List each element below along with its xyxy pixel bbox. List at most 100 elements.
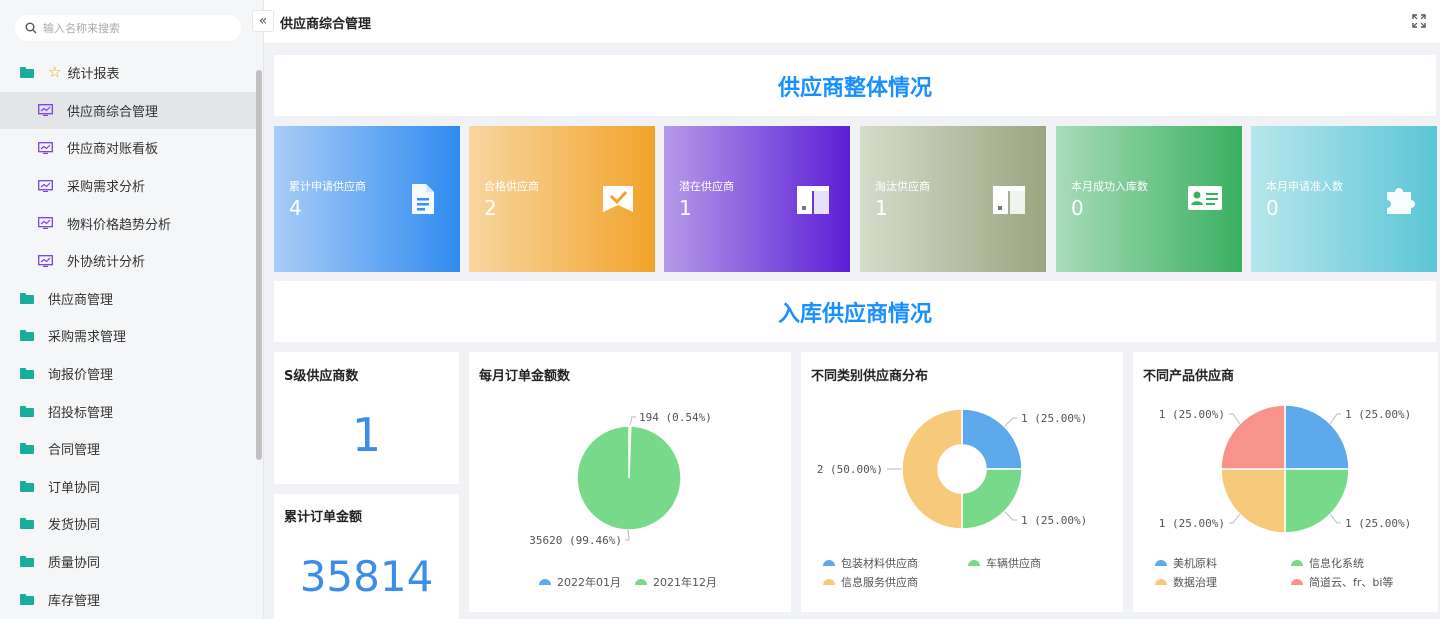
category-chart-panel: 不同类别供应商分布 1 (25.00%) 1 (25.00%) 2 (50.00%)… (801, 352, 1123, 612)
sidebar-item[interactable]: 库存管理 (0, 580, 256, 618)
sidebar-item-label: 采购需求分析 (67, 180, 146, 196)
monitor-chart-icon (38, 179, 53, 192)
legend-label: 数据治理 (1173, 576, 1217, 589)
legend-label: 简道云、fr、bi等 (1309, 576, 1394, 589)
legend-swatch (1291, 579, 1303, 585)
sidebar-item-label: 统计报表 (67, 67, 120, 83)
s-level-title: S级供应商数 (284, 369, 359, 384)
pie-slice[interactable] (576, 425, 682, 531)
folder-icon (20, 368, 34, 380)
sidebar: ☆ 统计报表供应商综合管理供应商对账看板采购需求分析物料价格趋势分析外协统计分析供… (0, 0, 264, 619)
header: « 供应商综合管理 (252, 0, 1440, 44)
monitor-chart-icon (38, 217, 53, 230)
legend-item[interactable]: 信息服务供应商 (823, 574, 918, 590)
folder-icon (20, 292, 34, 304)
kpi-card[interactable]: 潜在供应商 1 (664, 126, 850, 272)
data-label: 1 (25.00%) (1021, 412, 1087, 425)
kpi-label: 合格供应商 (484, 180, 539, 193)
legend-swatch (539, 579, 551, 585)
legend-label: 信息服务供应商 (841, 576, 918, 589)
label-line (1329, 513, 1341, 524)
sidebar-item[interactable]: 供应商综合管理 (0, 91, 256, 130)
sidebar-item[interactable]: 供应商对账看板 (0, 129, 256, 167)
sidebar-item[interactable]: 物料价格趋势分析 (0, 204, 256, 242)
sidebar-item-label: 外协统计分析 (67, 255, 146, 271)
kpi-label: 淘汰供应商 (875, 180, 930, 193)
sidebar-item-label: 物料价格趋势分析 (67, 217, 172, 233)
pie-slice[interactable] (901, 408, 963, 530)
page-title: 供应商综合管理 (280, 17, 372, 32)
sidebar-item[interactable]: 发货协同 (0, 505, 256, 543)
badge-check-icon (603, 186, 633, 212)
kpi-label: 本月申请准入数 (1266, 180, 1343, 193)
kpi-card[interactable]: 合格供应商 2 (469, 126, 655, 272)
legend-item[interactable]: 2021年12月 (635, 574, 717, 590)
legend-label: 2022年01月 (557, 576, 621, 589)
data-label: 1 (25.00%) (1345, 517, 1411, 530)
search-box[interactable] (15, 15, 241, 41)
legend-swatch (823, 560, 835, 566)
legend-item[interactable]: 2022年01月 (539, 574, 621, 590)
kpi-label: 潜在供应商 (679, 180, 734, 193)
legend-item[interactable]: 包装材料供应商 (823, 555, 918, 571)
legend-label: 车辆供应商 (986, 557, 1041, 570)
legend-item[interactable]: 车辆供应商 (968, 555, 1041, 571)
monitor-chart-icon (38, 142, 53, 154)
kpi-value: 0 (1266, 196, 1279, 220)
legend-item[interactable]: 信息化系统 (1291, 555, 1364, 571)
data-label: 1 (25.00%) (1021, 514, 1087, 527)
data-label: 1 (25.00%) (1345, 408, 1411, 421)
sidebar-item[interactable]: 合同管理 (0, 430, 256, 468)
document-icon (412, 184, 434, 214)
kpi-card[interactable]: 淘汰供应商 1 (860, 126, 1046, 272)
legend-swatch (635, 579, 647, 585)
collapse-sidebar-button[interactable]: « (252, 10, 274, 32)
sidebar-menu: ☆ 统计报表 供应商综合管理 供应商对账看板采购需求分析物料价格趋势分析 外协统计分析供… (0, 54, 256, 618)
sidebar-item[interactable]: 订单协同 (0, 468, 256, 506)
kpi-value: 1 (679, 196, 692, 220)
data-label: 35620 (99.46%) (529, 534, 622, 547)
legend-label: 包装材料供应商 (841, 557, 918, 570)
search-input[interactable] (43, 21, 223, 35)
label-line (1329, 413, 1341, 425)
legend-swatch (1155, 579, 1167, 585)
legend-item[interactable]: 简道云、fr、bi等 (1291, 574, 1393, 590)
sidebar-item-label: 招投标管理 (48, 405, 114, 421)
inbound-section-title: 入库供应商情况 (274, 281, 1436, 342)
legend-item[interactable]: 美机原料 (1155, 555, 1217, 571)
kpi-card[interactable]: 累计申请供应商 4 (274, 126, 460, 272)
pie-slice[interactable] (1284, 404, 1350, 470)
sidebar-item[interactable]: 采购需求分析 (0, 167, 256, 205)
sidebar-item-label: 库存管理 (48, 593, 101, 609)
legend-swatch (968, 560, 980, 566)
sidebar-item[interactable]: 询报价管理 (0, 355, 256, 393)
label-line (1004, 417, 1017, 427)
folder-icon (20, 556, 34, 568)
sidebar-item[interactable]: 采购需求管理 (0, 317, 256, 355)
sidebar-item[interactable]: 招投标管理 (0, 392, 256, 430)
total-order-panel: 累计订单金额 35814 (274, 494, 459, 619)
legend-swatch (1291, 560, 1303, 566)
sidebar-item-label: 合同管理 (48, 443, 101, 459)
data-label: 1 (25.00%) (1159, 408, 1225, 421)
folder-icon (20, 330, 34, 342)
data-label: 1 (25.00%) (1159, 517, 1225, 530)
folder-icon (20, 480, 34, 492)
pie-slice[interactable] (1220, 404, 1286, 470)
folder-icon (20, 67, 34, 79)
legend-item[interactable]: 数据治理 (1155, 574, 1217, 590)
sidebar-item[interactable]: ☆ 统计报表 (0, 54, 256, 92)
sidebar-item[interactable]: 外协统计分析 (0, 242, 256, 280)
monthly-order-chart-panel: 每月订单金额数 194 (0.54%) 35620 (99.46%) 2022年0… (469, 352, 791, 612)
sidebar-scrollbar[interactable] (256, 70, 262, 460)
kpi-value: 2 (484, 196, 497, 220)
kpi-card[interactable]: 本月成功入库数 0 (1056, 126, 1242, 272)
fullscreen-icon[interactable] (1412, 14, 1426, 28)
label-line (1229, 413, 1241, 425)
kpi-card[interactable]: 本月申请准入数 0 (1251, 126, 1437, 272)
folder-icon (20, 518, 34, 530)
sidebar-item[interactable]: 供应商管理 (0, 280, 256, 318)
kpi-value: 1 (875, 196, 888, 220)
sidebar-item[interactable]: 质量协同 (0, 543, 256, 581)
s-level-panel: S级供应商数 1 (274, 352, 459, 484)
